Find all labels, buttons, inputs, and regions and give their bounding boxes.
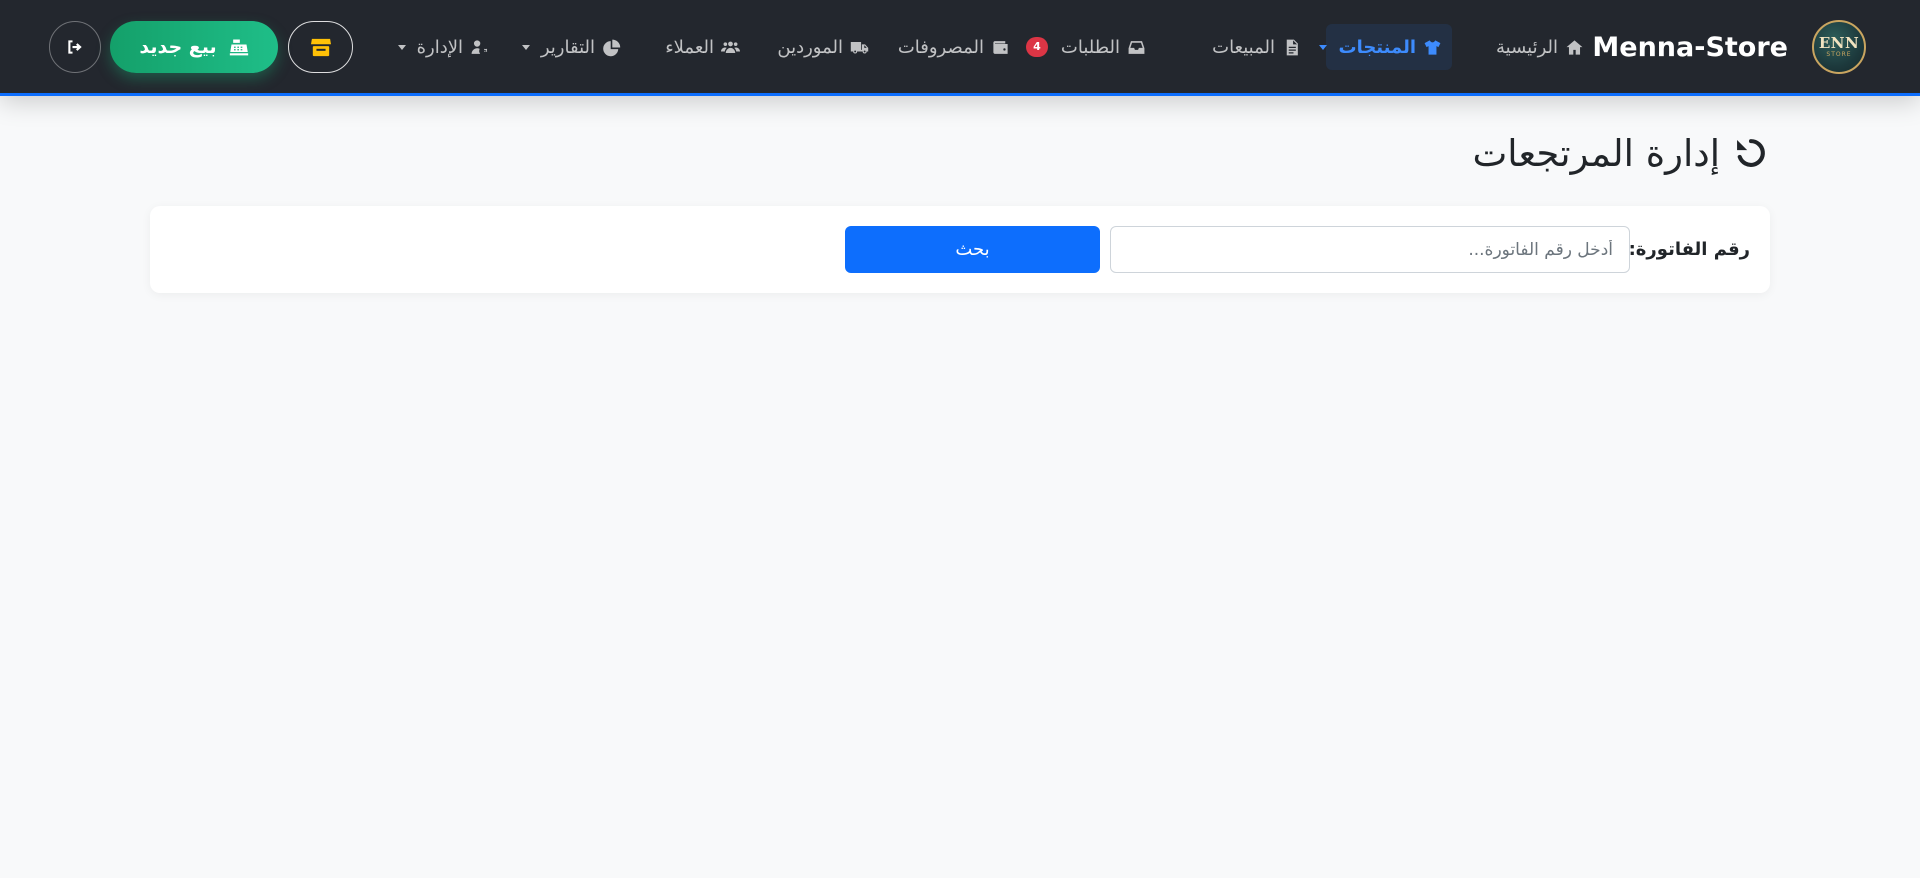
top-navbar: ENN STORE Menna-Store الرئيسية المنتجات … [0, 0, 1920, 96]
chevron-down-icon [397, 44, 406, 50]
page-title: إدارة المرتجعات [1472, 128, 1770, 178]
nav-item-reports-label: التقارير [540, 36, 595, 58]
brand-logo-subtext: STORE [1826, 50, 1852, 58]
nav-item-products-label: المنتجات [1338, 36, 1416, 58]
chevron-down-icon [521, 44, 530, 50]
nav-item-suppliers-label: الموردين [777, 36, 843, 58]
nav-item-customers-label: العملاء [665, 36, 714, 58]
logout-button[interactable] [49, 21, 101, 73]
user-gear-icon [471, 39, 488, 54]
orders-count-badge: 4 [1025, 37, 1048, 57]
nav-item-admin[interactable]: الإدارة [389, 24, 498, 70]
invoice-number-label: رقم الفاتورة: [1628, 239, 1750, 260]
nav-item-customers[interactable]: العملاء [656, 24, 749, 70]
nav-item-expenses-label: المصروفات [897, 36, 984, 58]
nav-item-home[interactable]: الرئيسية [1487, 24, 1593, 70]
cash-register-icon [229, 39, 248, 56]
truck-icon [850, 41, 869, 53]
users-icon [721, 41, 740, 53]
nav-item-products[interactable]: المنتجات [1319, 24, 1452, 70]
brand-logo[interactable]: ENN STORE [1812, 20, 1866, 74]
nav-item-sales[interactable]: المبيعات [1203, 24, 1310, 70]
wallet-icon [993, 40, 1008, 54]
store-icon [310, 38, 331, 57]
new-sale-button[interactable]: بيع جديد [110, 21, 278, 73]
search-button[interactable]: بحث [845, 226, 1100, 273]
nav-item-expenses[interactable]: المصروفات [889, 24, 1019, 70]
brand-name[interactable]: Menna-Store [1592, 30, 1788, 66]
nav-item-reports[interactable]: التقارير [513, 24, 630, 70]
invoice-search-card: رقم الفاتورة: بحث [150, 206, 1770, 293]
home-icon [1566, 39, 1583, 55]
nav-item-suppliers[interactable]: الموردين [768, 24, 878, 70]
shirt-icon [1424, 39, 1441, 55]
logout-icon [68, 40, 82, 54]
store-button[interactable] [288, 21, 353, 73]
inbox-icon [1128, 40, 1145, 54]
new-sale-label: بيع جديد [139, 36, 217, 58]
brand-logo-text: ENN [1818, 33, 1860, 52]
nav-item-orders[interactable]: الطلبات 4 [1017, 24, 1155, 70]
page-title-text: إدارة المرتجعات [1472, 131, 1720, 175]
chevron-down-icon [1319, 44, 1328, 50]
pie-chart-icon [603, 39, 621, 56]
undo-icon [1737, 139, 1765, 167]
invoice-number-input[interactable] [1110, 226, 1630, 273]
nav-item-orders-label: الطلبات [1060, 36, 1120, 58]
nav-item-sales-label: المبيعات [1212, 36, 1275, 58]
file-invoice-icon [1286, 39, 1298, 55]
nav-item-home-label: الرئيسية [1496, 36, 1558, 58]
nav-item-admin-label: الإدارة [416, 36, 463, 58]
